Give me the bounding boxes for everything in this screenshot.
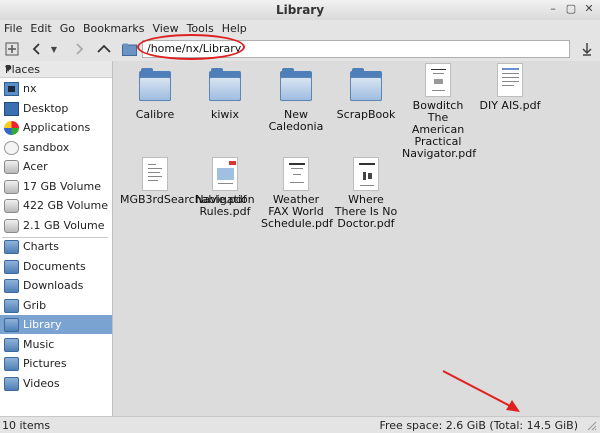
up-button[interactable] — [95, 40, 113, 58]
folder-icon — [4, 337, 19, 352]
sidebar-item-acer[interactable]: Acer — [0, 157, 112, 176]
sidebar-item-music[interactable]: Music — [0, 335, 112, 354]
path-folder-button[interactable] — [120, 40, 138, 58]
file-item-where-there-is-no-doctor-pdf[interactable]: Where There Is No Doctor.pdf — [331, 157, 401, 230]
file-item-navigation-rules-pdf[interactable]: Navigation Rules.pdf — [190, 157, 260, 218]
menu-bookmarks[interactable]: Bookmarks — [79, 20, 148, 37]
forward-button[interactable] — [70, 40, 88, 58]
folder-icon — [4, 298, 19, 313]
new-tab-button[interactable] — [3, 40, 21, 58]
places-list: nx Desktop Applications sandbox Acer 17 … — [0, 77, 112, 416]
new-tab-icon — [5, 42, 19, 56]
sidebar-item-desktop[interactable]: Desktop — [0, 99, 112, 118]
file-item-kiwix[interactable]: kiwix — [190, 68, 260, 121]
file-item-mgb3rd-pdf[interactable]: MGB3rdSearchable.pdf — [120, 157, 247, 206]
sandbox-icon — [4, 140, 19, 155]
folder-icon — [280, 68, 312, 101]
bookmark-location-button[interactable] — [578, 40, 596, 58]
home-icon — [4, 81, 19, 96]
forward-arrow-icon — [76, 43, 84, 55]
desktop-icon — [4, 101, 19, 116]
folder-icon — [4, 317, 19, 332]
sidebar-item-library[interactable]: Library — [0, 315, 112, 334]
folder-icon — [350, 68, 382, 101]
minimize-icon[interactable]: – — [546, 2, 560, 16]
annotation-ellipse — [137, 34, 245, 60]
up-arrow-icon — [97, 44, 111, 53]
folder-icon — [139, 68, 171, 101]
menu-bar: File Edit Go Bookmarks View Tools Help — [0, 20, 600, 37]
pdf-thumbnail-icon — [425, 63, 451, 97]
sidebar: Places ▼ nx Desktop Applications sandbox… — [0, 61, 113, 416]
folder-icon — [209, 68, 241, 101]
drive-icon — [4, 218, 19, 233]
pdf-thumbnail-icon — [353, 157, 379, 191]
file-item-bowditch-pdf[interactable]: Bowditch The American Practical Navigato… — [402, 63, 476, 160]
chevron-down-icon[interactable]: ▼ — [5, 64, 104, 73]
title-bar: Library – ▢ ✕ — [0, 0, 600, 21]
chevron-down-icon: ▼ — [50, 44, 58, 54]
folder-icon — [4, 259, 19, 274]
sidebar-item-charts[interactable]: Charts — [0, 237, 112, 256]
folder-icon — [121, 43, 137, 56]
history-dropdown[interactable]: ▼ — [48, 40, 60, 58]
menu-edit[interactable]: Edit — [26, 20, 55, 37]
sidebar-item-documents[interactable]: Documents — [0, 257, 112, 276]
annotation-arrow — [442, 370, 520, 412]
pdf-thumbnail-icon — [497, 63, 523, 97]
file-item-diy-ais-pdf[interactable]: DIY AIS.pdf — [475, 63, 545, 112]
close-icon[interactable]: ✕ — [582, 2, 596, 16]
folder-icon — [4, 239, 19, 254]
maximize-icon[interactable]: ▢ — [564, 2, 578, 16]
sidebar-item-2gb-volume[interactable]: 2.1 GB Volume — [0, 216, 112, 235]
file-view: Calibre kiwix New Caledonia ScrapBook Bo… — [113, 61, 600, 416]
applications-icon — [4, 120, 19, 135]
file-item-new-caledonia[interactable]: New Caledonia — [261, 68, 331, 133]
download-arrow-icon — [582, 43, 592, 56]
folder-icon — [4, 356, 19, 371]
pdf-thumbnail-icon — [142, 157, 168, 191]
free-space: Free space: 2.6 GiB (Total: 14.5 GiB) — [379, 419, 578, 432]
sidebar-item-pictures[interactable]: Pictures — [0, 354, 112, 373]
drive-icon — [4, 159, 19, 174]
pdf-thumbnail-icon — [212, 157, 238, 191]
menu-file[interactable]: File — [0, 20, 26, 37]
sidebar-item-nx[interactable]: nx — [0, 79, 112, 98]
file-item-weather-fax-pdf[interactable]: Weather FAX World Schedule.pdf — [261, 157, 333, 230]
back-arrow-icon — [32, 43, 40, 55]
drive-icon — [4, 179, 19, 194]
sidebar-item-videos[interactable]: Videos — [0, 374, 112, 393]
pdf-thumbnail-icon — [283, 157, 309, 191]
status-bar: 10 items Free space: 2.6 GiB (Total: 14.… — [0, 416, 600, 433]
item-count: 10 items — [2, 419, 51, 432]
resize-grip-icon[interactable] — [585, 419, 597, 431]
drive-icon — [4, 198, 19, 213]
places-header[interactable]: Places ▼ — [0, 61, 112, 78]
sidebar-item-422gb-volume[interactable]: 422 GB Volume — [0, 196, 112, 215]
folder-icon — [4, 376, 19, 391]
sidebar-item-sandbox[interactable]: sandbox — [0, 138, 112, 157]
file-item-calibre[interactable]: Calibre — [120, 68, 190, 121]
sidebar-item-17gb-volume[interactable]: 17 GB Volume — [0, 177, 112, 196]
folder-icon — [4, 278, 19, 293]
file-item-scrapbook[interactable]: ScrapBook — [331, 68, 401, 121]
back-button[interactable] — [28, 40, 46, 58]
window-title: Library — [275, 3, 325, 17]
sidebar-item-applications[interactable]: Applications — [0, 118, 112, 137]
menu-help[interactable]: Help — [218, 20, 251, 37]
sidebar-item-grib[interactable]: Grib — [0, 296, 112, 315]
menu-go[interactable]: Go — [56, 20, 79, 37]
sidebar-item-downloads[interactable]: Downloads — [0, 276, 112, 295]
